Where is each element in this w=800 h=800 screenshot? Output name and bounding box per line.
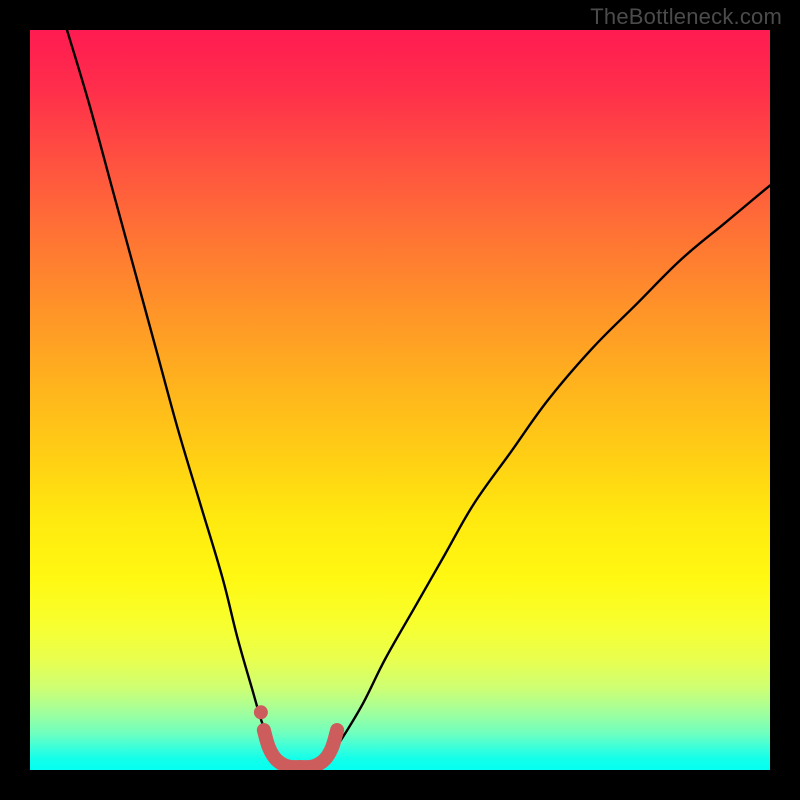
valley-marker	[264, 730, 337, 767]
watermark-text: TheBottleneck.com	[590, 4, 782, 30]
chart-frame: TheBottleneck.com	[0, 0, 800, 800]
marker-dot	[254, 705, 268, 719]
curve-left-branch	[67, 30, 282, 763]
plot-area	[30, 30, 770, 770]
chart-svg	[30, 30, 770, 770]
curve-right-branch	[326, 185, 770, 762]
